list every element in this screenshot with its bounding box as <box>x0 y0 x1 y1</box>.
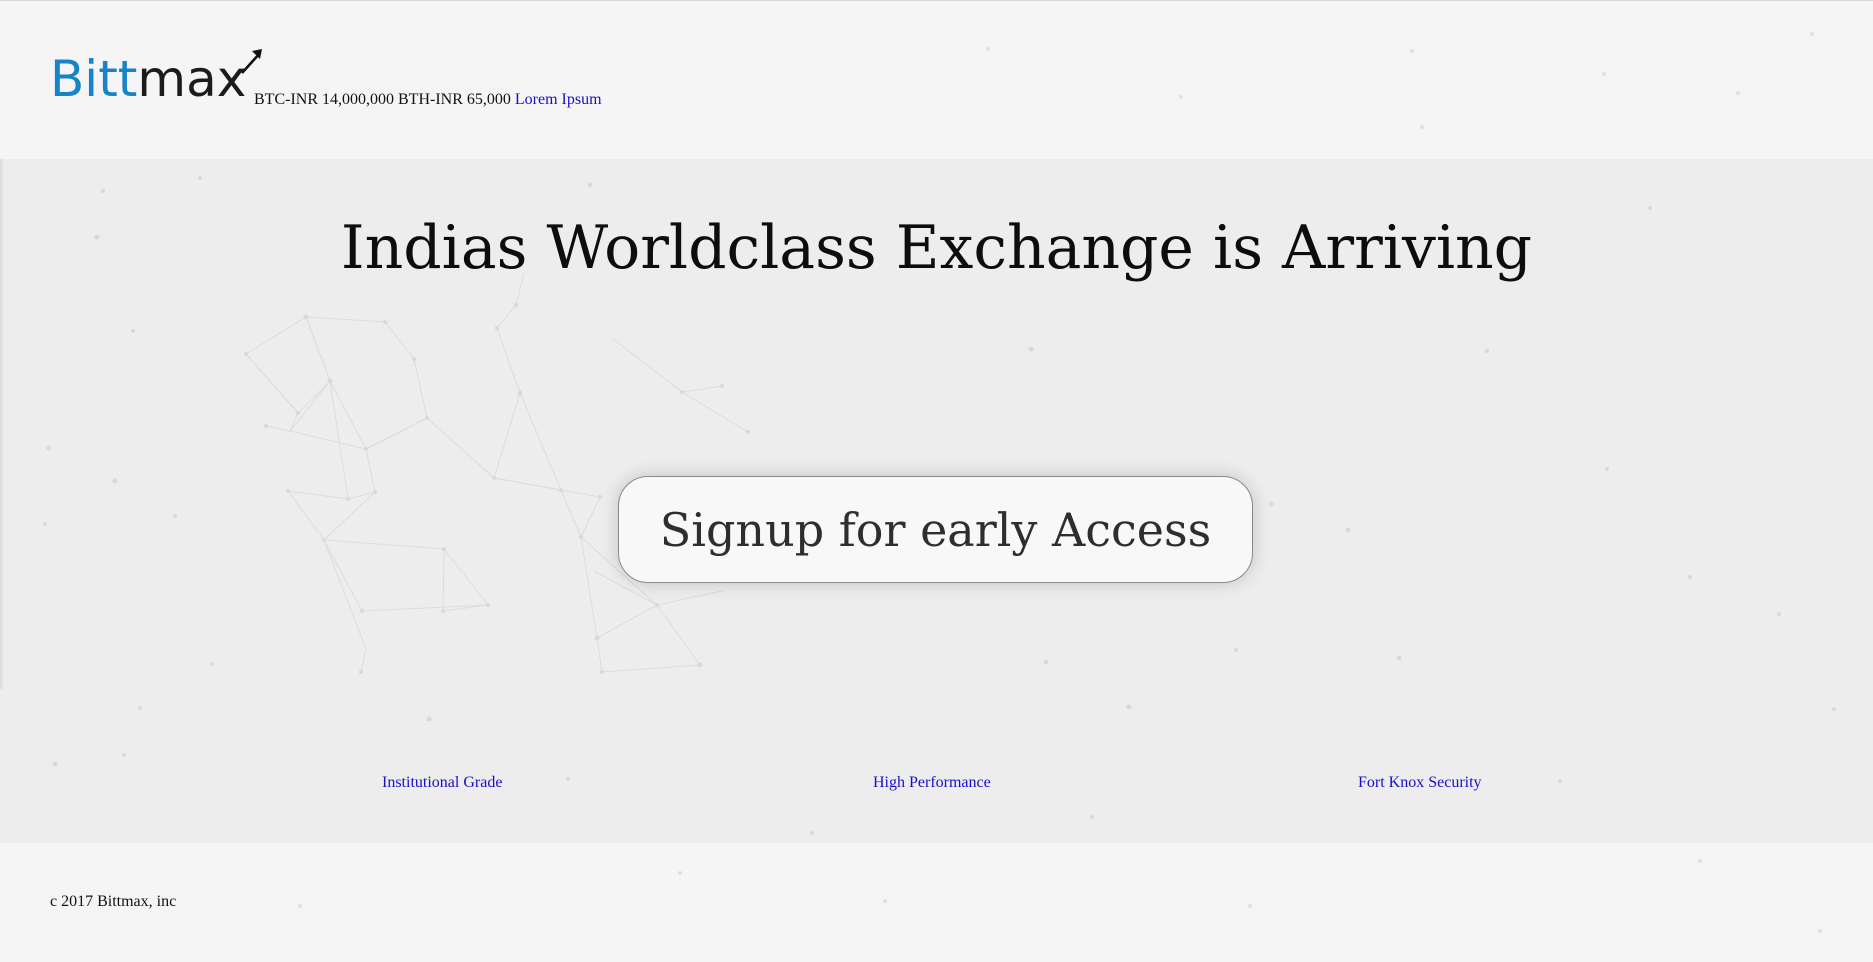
hero-section: Indias Worldclass Exchange is Arriving S… <box>0 159 1873 843</box>
copyright-text: c 2017 Bittmax, inc <box>50 893 177 910</box>
landing-page: Bittmax BTC-INR 14,000,000 BTH-INR 65,00… <box>0 0 1873 962</box>
bittmax-logo[interactable]: Bittmax <box>50 49 264 105</box>
trend-arrow-icon <box>241 49 263 74</box>
feature-link-fort-knox-security[interactable]: Fort Knox Security <box>1358 774 1482 792</box>
logo-wordmark-blue: Bitt <box>50 50 138 108</box>
ticker-link[interactable]: Lorem Ipsum <box>515 91 602 108</box>
hero-title: Indias Worldclass Exchange is Arriving <box>340 213 1533 283</box>
site-header: Bittmax BTC-INR 14,000,000 BTH-INR 65,00… <box>0 1 1873 159</box>
logo-wordmark-dark: max <box>137 50 247 108</box>
signup-early-access-button[interactable]: Signup for early Access <box>618 476 1253 583</box>
ticker-prices: BTC-INR 14,000,000 BTH-INR 65,000 <box>254 91 511 108</box>
price-ticker: BTC-INR 14,000,000 BTH-INR 65,000 Lorem … <box>254 91 602 109</box>
feature-link-institutional-grade[interactable]: Institutional Grade <box>382 774 502 792</box>
feature-link-high-performance[interactable]: High Performance <box>873 774 991 792</box>
logo-wordmark: Bittmax <box>50 53 246 105</box>
site-footer: c 2017 Bittmax, inc <box>0 843 1873 962</box>
